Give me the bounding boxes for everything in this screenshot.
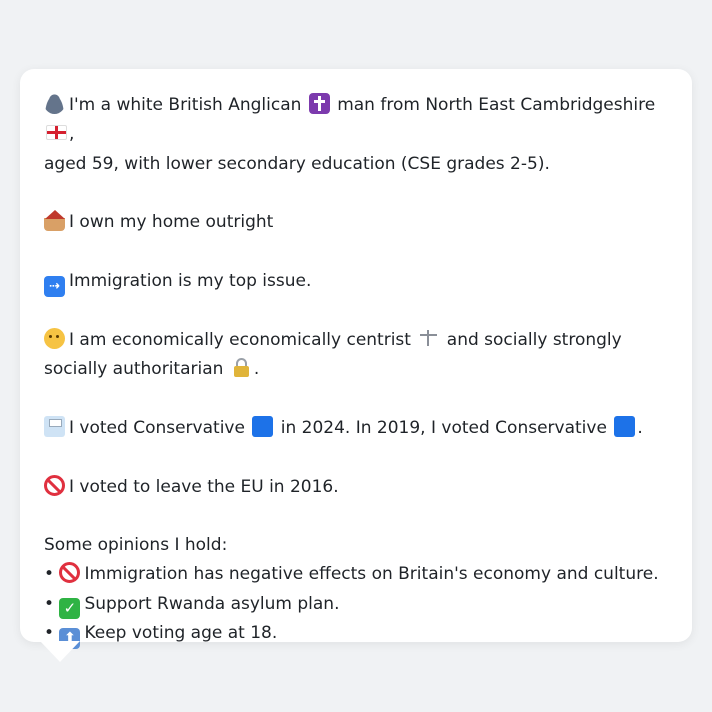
opinion-text: Immigration has negative effects on Brit… <box>84 564 659 585</box>
thinking-face-icon <box>44 328 65 350</box>
check-mark-icon: ✓ <box>59 597 81 619</box>
opinion-item: • ⬆ Keep voting age at 18. <box>44 619 668 650</box>
stance-text-d: . <box>253 359 260 380</box>
opinion-text: Keep voting age at 18. <box>84 623 278 644</box>
intro-paragraph: I'm a white British Anglican man from No… <box>44 91 668 179</box>
votes-text-c: . <box>637 417 643 438</box>
persona-message-bubble: I'm a white British Anglican man from No… <box>20 69 692 650</box>
opinions-section: Some opinions I hold: • Immigration has … <box>44 531 668 650</box>
home-paragraph: I own my home outright <box>44 208 668 237</box>
bullet: • <box>44 593 55 614</box>
house-icon <box>44 210 65 232</box>
opinion-text: Support Rwanda asylum plan. <box>84 593 340 614</box>
top-issue-text: Immigration is my top issue. <box>69 270 312 291</box>
person-icon <box>44 93 65 114</box>
intro-text-a: I'm a white British Anglican <box>69 95 302 115</box>
top-issue-paragraph: ⇢ Immigration is my top issue. <box>44 267 668 297</box>
england-flag-icon <box>46 125 67 141</box>
no-entry-icon <box>44 474 65 496</box>
opinions-header: Some opinions I hold: <box>44 535 228 556</box>
blue-square-icon <box>614 415 636 437</box>
opinion-item: • Immigration has negative effects on Br… <box>44 560 668 589</box>
votes-text-b: in 2024. In 2019, I voted Conservative <box>280 417 607 438</box>
bullet: • <box>44 564 55 585</box>
blue-square-icon <box>252 415 274 437</box>
stance-text-a: I am economically economically centrist <box>69 330 411 351</box>
eu-paragraph: I voted to leave the EU in 2016. <box>44 473 668 502</box>
immigration-icon: ⇢ <box>44 275 65 297</box>
latin-cross-icon <box>308 93 330 114</box>
intro-line-1: I'm a white British Anglican man from No… <box>44 91 668 150</box>
intro-text-b: man from North East Cambridgeshire <box>337 95 656 115</box>
eu-text: I voted to leave the EU in 2016. <box>69 476 339 497</box>
bubble-tail <box>40 641 80 662</box>
intro-text-c: , <box>69 124 75 145</box>
stance-text-c: authoritarian <box>112 359 224 380</box>
stance-paragraph: I am economically economically centrist … <box>44 326 668 385</box>
votes-paragraph: I voted Conservative in 2024. In 2019, I… <box>44 414 668 443</box>
votes-text-a: I voted Conservative <box>69 417 245 438</box>
intro-line-2: aged 59, with lower secondary education … <box>44 153 550 174</box>
opinion-item: • ✓ Support Rwanda asylum plan. <box>44 590 668 619</box>
home-text: I own my home outright <box>69 212 274 233</box>
no-entry-icon <box>59 562 81 584</box>
ballot-box-icon <box>44 415 65 437</box>
lock-icon <box>231 357 252 378</box>
balance-scale-icon <box>418 328 439 349</box>
